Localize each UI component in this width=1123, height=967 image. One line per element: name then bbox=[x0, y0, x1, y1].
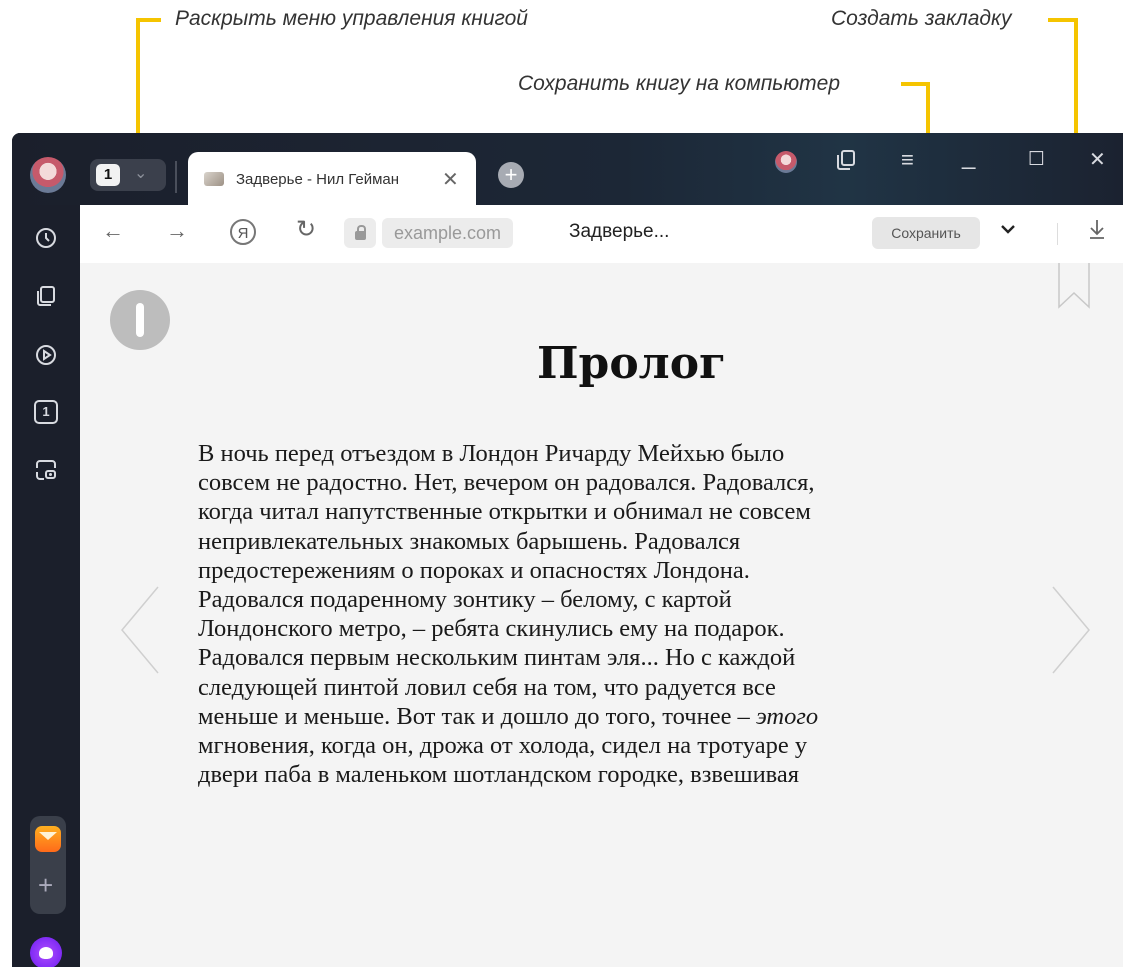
annotation-save: Сохранить книгу на компьютер bbox=[518, 72, 840, 95]
text-line: следующей пинтой ловил себя на том, что … bbox=[198, 673, 776, 701]
collections-icon[interactable] bbox=[34, 284, 58, 308]
url-field[interactable]: example.com bbox=[382, 218, 514, 248]
text-segment: меньше и меньше. Вот так и дошло до того… bbox=[198, 702, 756, 730]
video-icon[interactable] bbox=[34, 343, 58, 367]
menu-icon[interactable]: ≡ bbox=[901, 149, 914, 171]
divider bbox=[175, 161, 177, 193]
text-line: непривлекательных знакомых барышень. Рад… bbox=[198, 527, 741, 555]
lock-icon[interactable] bbox=[344, 218, 376, 248]
book-reader: Пролог В ночь перед отъездом в Лондон Ри… bbox=[80, 263, 1123, 967]
previous-page-arrow[interactable] bbox=[118, 583, 162, 677]
reload-button[interactable]: ↻ bbox=[296, 218, 316, 242]
forward-button[interactable]: → bbox=[166, 220, 188, 242]
text-line: предостережениям о пороках и опасностях … bbox=[198, 556, 750, 584]
annotation-book-menu: Раскрыть меню управления книгой bbox=[175, 7, 528, 30]
text-line: совсем не радостно. Нет, вечером он радо… bbox=[198, 469, 815, 497]
text-line: меньше и меньше. Вот так и дошло до того… bbox=[198, 702, 1028, 731]
history-icon[interactable] bbox=[34, 226, 58, 250]
tabs-counter-button[interactable]: 1 ⌄ bbox=[90, 159, 166, 191]
close-icon[interactable]: ✕ bbox=[1089, 150, 1106, 170]
yandex-button[interactable]: Я bbox=[230, 219, 256, 245]
add-app-button[interactable]: + bbox=[38, 872, 53, 898]
save-button[interactable]: Сохранить bbox=[872, 217, 980, 249]
tab-title: Задверье - Нил Гейман bbox=[236, 171, 400, 188]
italic-word: этого bbox=[755, 702, 819, 730]
callout-line-bookmark-h bbox=[1048, 18, 1077, 22]
tab-close-icon[interactable]: ✕ bbox=[442, 167, 459, 192]
back-button[interactable]: ← bbox=[102, 220, 124, 242]
book-paragraph: В ночь перед отъездом в Лондон Ричарду М… bbox=[198, 439, 1028, 789]
tab-active[interactable]: Задверье - Нил Гейман ✕ bbox=[188, 152, 476, 206]
maximize-icon[interactable]: ☐ bbox=[1028, 150, 1045, 169]
collections-icon[interactable] bbox=[836, 149, 856, 175]
bookmark-icon[interactable] bbox=[1057, 263, 1091, 309]
chapter-title: Пролог bbox=[537, 338, 726, 389]
mail-app-icon[interactable] bbox=[35, 826, 61, 852]
text-line: Радовался первым нескольким пинтам эля..… bbox=[198, 644, 796, 672]
text-line: Радовался подаренному зонтику – белому, … bbox=[198, 586, 732, 614]
profile-avatar[interactable] bbox=[30, 157, 66, 193]
chevron-down-icon[interactable] bbox=[1000, 219, 1016, 240]
sidebar: 1 + ••• bbox=[12, 205, 80, 967]
tabs-counter-icon[interactable]: 1 bbox=[34, 400, 58, 424]
page-title: Задверье... bbox=[569, 221, 670, 242]
new-tab-button[interactable]: + bbox=[498, 162, 524, 188]
divider bbox=[1057, 223, 1058, 245]
protect-icon[interactable] bbox=[775, 151, 797, 173]
text-line: когда читал напутственные открытки и обн… bbox=[198, 498, 811, 526]
text-line: Лондонского метро, – ребята скинулись ем… bbox=[198, 615, 785, 643]
text-line: мгновения, когда он, дрожа от холода, си… bbox=[198, 732, 808, 760]
address-toolbar: ← → Я ↻ example.com Задверье... Сохранит… bbox=[80, 205, 1123, 263]
next-page-arrow[interactable] bbox=[1049, 583, 1093, 677]
annotation-bookmark: Создать закладку bbox=[831, 7, 1012, 30]
title-bar: 1 ⌄ Задверье - Нил Гейман ✕ + ≡ _ ☐ ✕ bbox=[12, 133, 1123, 206]
text-line: двери паба в маленьком шотландском город… bbox=[198, 761, 800, 789]
text-line: В ночь перед отъездом в Лондон Ричарду М… bbox=[198, 440, 785, 467]
sidebar-apps-panel: + bbox=[30, 816, 66, 914]
browser-window: 1 ⌄ Задверье - Нил Гейман ✕ + ≡ _ ☐ ✕ 1 … bbox=[12, 133, 1123, 967]
callout-line-save-h bbox=[901, 82, 929, 86]
book-favicon-icon bbox=[204, 172, 224, 186]
screenshot-icon[interactable] bbox=[34, 458, 58, 482]
tabs-count: 1 bbox=[96, 164, 120, 186]
chevron-down-icon: ⌄ bbox=[134, 165, 148, 182]
alice-assistant-icon[interactable] bbox=[30, 937, 62, 967]
minimize-icon[interactable]: _ bbox=[962, 145, 975, 169]
download-icon[interactable] bbox=[1088, 218, 1106, 246]
